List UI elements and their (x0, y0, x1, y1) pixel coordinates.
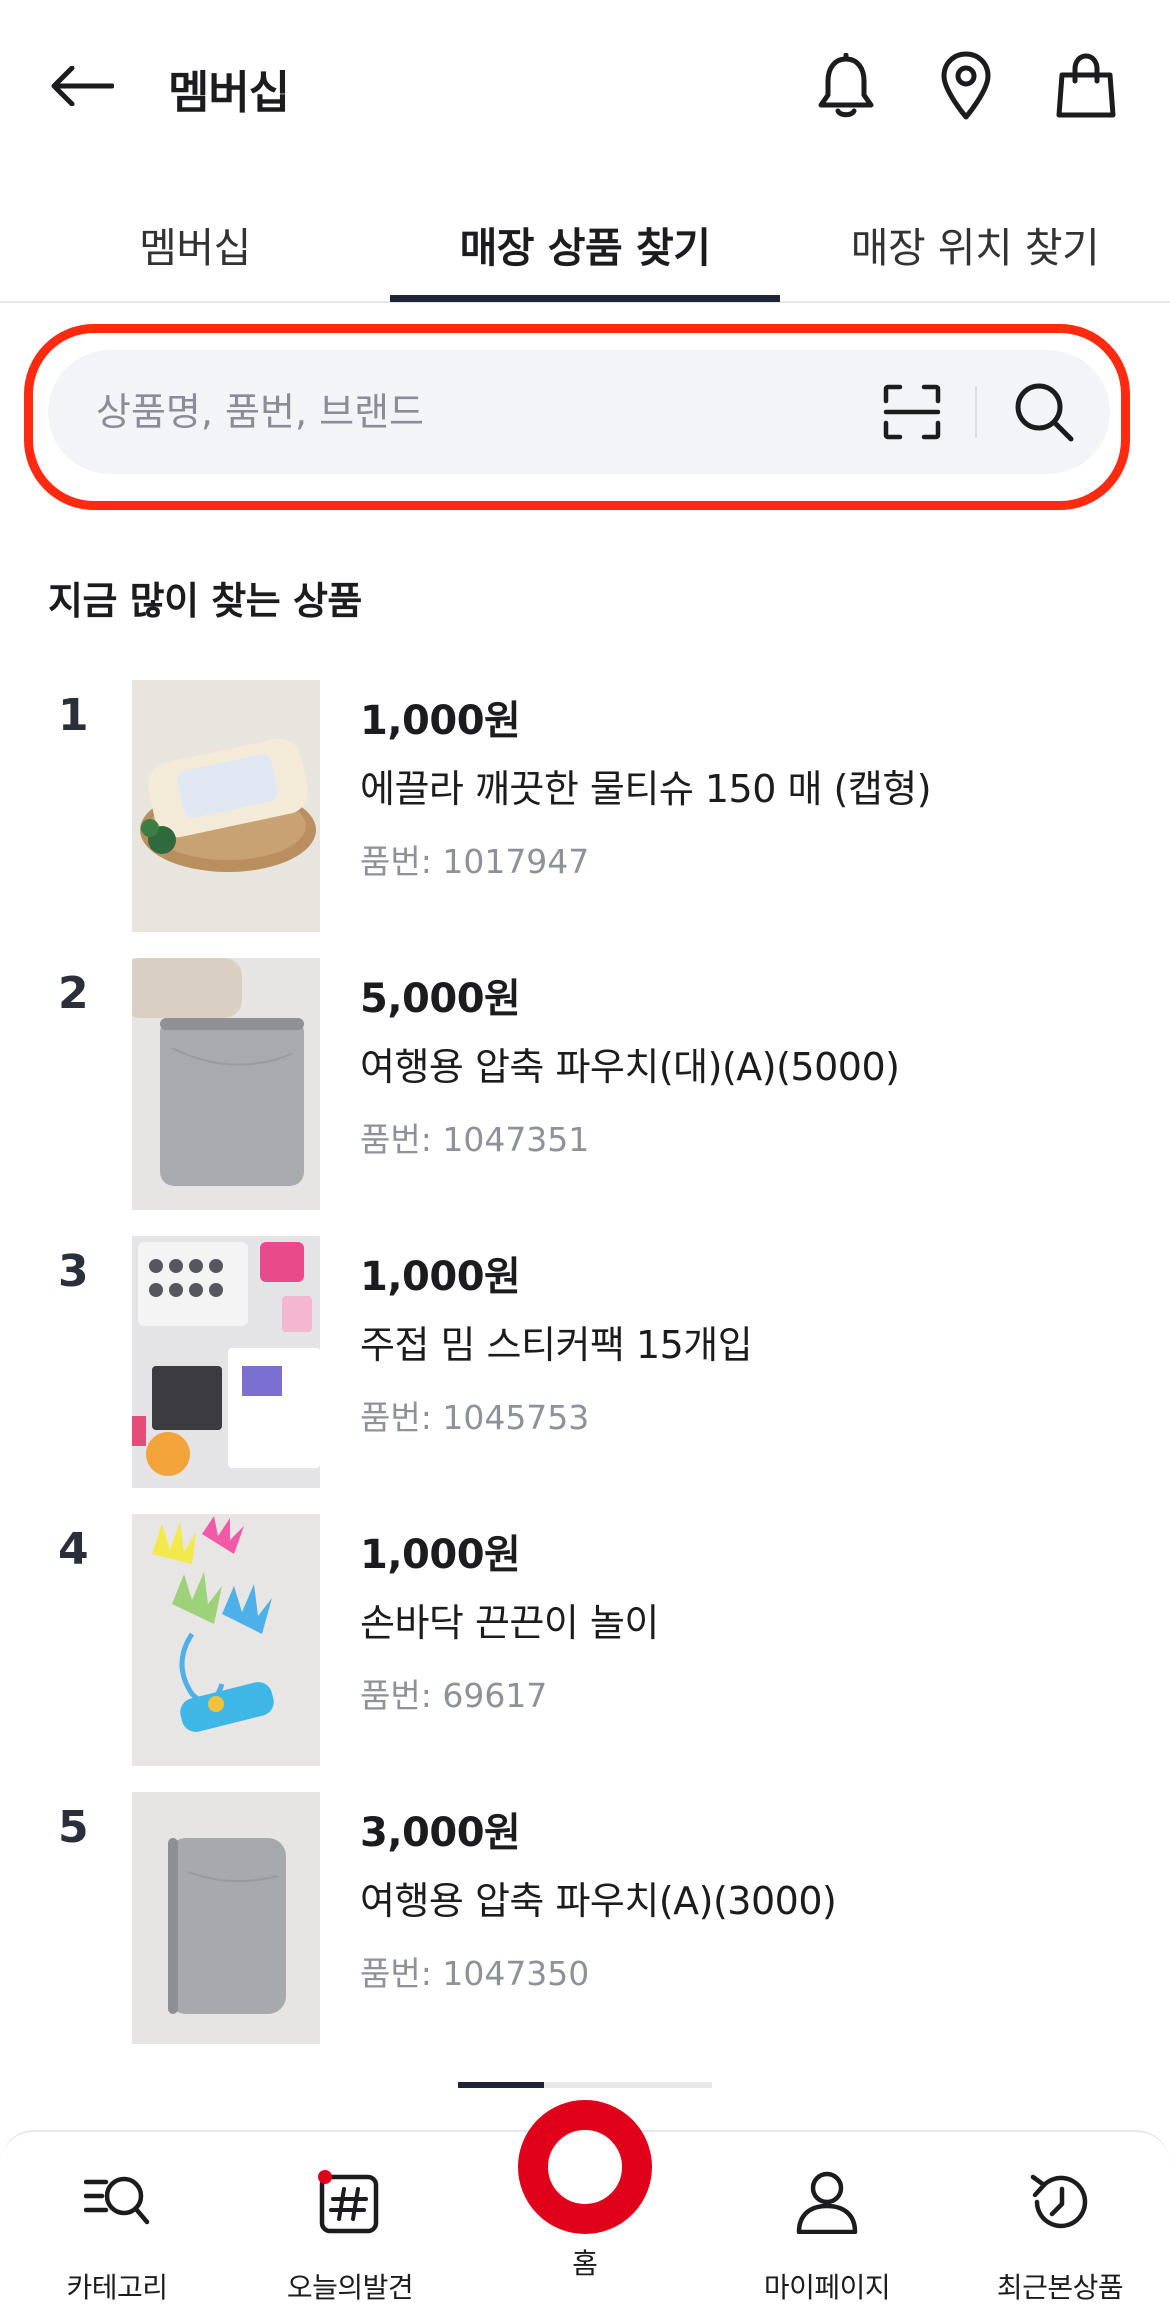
history-icon (1020, 2162, 1100, 2242)
product-rank: 2 (58, 968, 89, 1019)
product-name: 여행용 압축 파우치(A)(3000) (360, 1879, 837, 1923)
product-image-sticky-hand (132, 1514, 320, 1766)
store-location-button[interactable] (928, 48, 1004, 124)
product-image-travel-pouch (132, 1792, 320, 2044)
product-rank: 5 (58, 1802, 89, 1853)
product-name: 여행용 압축 파우치(대)(A)(5000) (360, 1045, 900, 1089)
carousel-pager (458, 2082, 712, 2088)
search-input[interactable] (96, 350, 876, 474)
product-price: 1,000원 (360, 1532, 521, 1578)
product-name: 주접 밈 스티커팩 15개입 (360, 1323, 753, 1367)
product-price: 1,000원 (360, 1254, 521, 1300)
product-code: 품번: 1047350 (360, 1954, 590, 1993)
product-image-travel-pouch-large (132, 958, 320, 1210)
product-rank: 4 (58, 1524, 89, 1575)
location-pin-icon (941, 51, 991, 120)
product-name: 에끌라 깨끗한 물티슈 150 매 (캡형) (360, 767, 932, 811)
product-price: 5,000원 (360, 976, 521, 1022)
product-item[interactable]: 5 3,000원 여행용 압축 파우치(A)(3000) 품번: 1047350 (0, 1792, 1170, 2044)
product-price: 1,000원 (360, 698, 521, 744)
nav-mypage-label: 마이페이지 (763, 2271, 891, 2304)
product-code: 품번: 1017947 (360, 842, 590, 881)
tab-store-location[interactable]: 매장 위치 찾기 (780, 185, 1170, 303)
search-button[interactable] (1008, 376, 1080, 448)
hashtag-icon (310, 2162, 390, 2242)
nav-recently-viewed[interactable]: 최근본상품 (960, 2154, 1160, 2304)
cart-button[interactable] (1048, 48, 1124, 124)
product-image-sticker-pack (132, 1236, 320, 1488)
nav-today-discovery[interactable]: 오늘의발견 (250, 2154, 450, 2304)
user-icon (787, 2162, 867, 2242)
pager-active-segment (458, 2082, 544, 2088)
product-item[interactable]: 3 1,000원 주접 밈 스티커팩 15개입 품번: 1045753 (0, 1236, 1170, 1488)
product-image-wet-wipes (132, 680, 320, 932)
product-code: 품번: 1047351 (360, 1120, 590, 1159)
product-rank: 3 (58, 1246, 89, 1297)
product-item[interactable]: 2 5,000원 여행용 압축 파우치(대)(A)(5000) 품번: 1047… (0, 958, 1170, 1210)
tab-store-product-search[interactable]: 매장 상품 찾기 (390, 185, 780, 303)
nav-recently-viewed-label: 최근본상품 (996, 2271, 1124, 2304)
product-item[interactable]: 1 1,000원 에끌라 깨끗한 물티슈 150 매 (캡형) 품번: 1017… (0, 680, 1170, 932)
home-ring-icon[interactable] (518, 2100, 652, 2234)
tab-bar: 멤버십 매장 상품 찾기 매장 위치 찾기 (0, 185, 1170, 303)
popular-products-title: 지금 많이 찾는 상품 (48, 579, 362, 623)
bell-icon (818, 53, 874, 118)
nav-category-label: 카테고리 (66, 2271, 168, 2304)
product-rank: 1 (58, 690, 89, 741)
nav-today-discovery-label: 오늘의발견 (286, 2271, 414, 2304)
search-divider (975, 386, 977, 438)
header: 멤버십 (0, 0, 1170, 175)
arrow-left-icon (51, 66, 114, 106)
category-search-icon (77, 2162, 157, 2242)
page-title: 멤버십 (168, 66, 290, 119)
search-icon (1015, 383, 1074, 442)
barcode-scan-button[interactable] (878, 378, 946, 446)
scan-icon (883, 384, 941, 440)
product-price: 3,000원 (360, 1810, 521, 1856)
tab-membership[interactable]: 멤버십 (0, 185, 390, 303)
notifications-button[interactable] (808, 48, 884, 124)
nav-mypage[interactable]: 마이페이지 (727, 2154, 927, 2304)
product-code: 품번: 69617 (360, 1676, 548, 1715)
product-code: 품번: 1045753 (360, 1398, 590, 1437)
nav-category[interactable]: 카테고리 (17, 2154, 217, 2304)
shopping-bag-icon (1056, 53, 1116, 118)
product-name: 손바닥 끈끈이 놀이 (360, 1601, 659, 1645)
search-bar (48, 350, 1110, 474)
active-tab-indicator (390, 295, 780, 302)
back-button[interactable] (46, 50, 118, 122)
product-item[interactable]: 4 1,000원 손바닥 끈끈이 놀이 품번: 69617 (0, 1514, 1170, 1766)
nav-home-label[interactable]: 홈 (485, 2242, 685, 2282)
